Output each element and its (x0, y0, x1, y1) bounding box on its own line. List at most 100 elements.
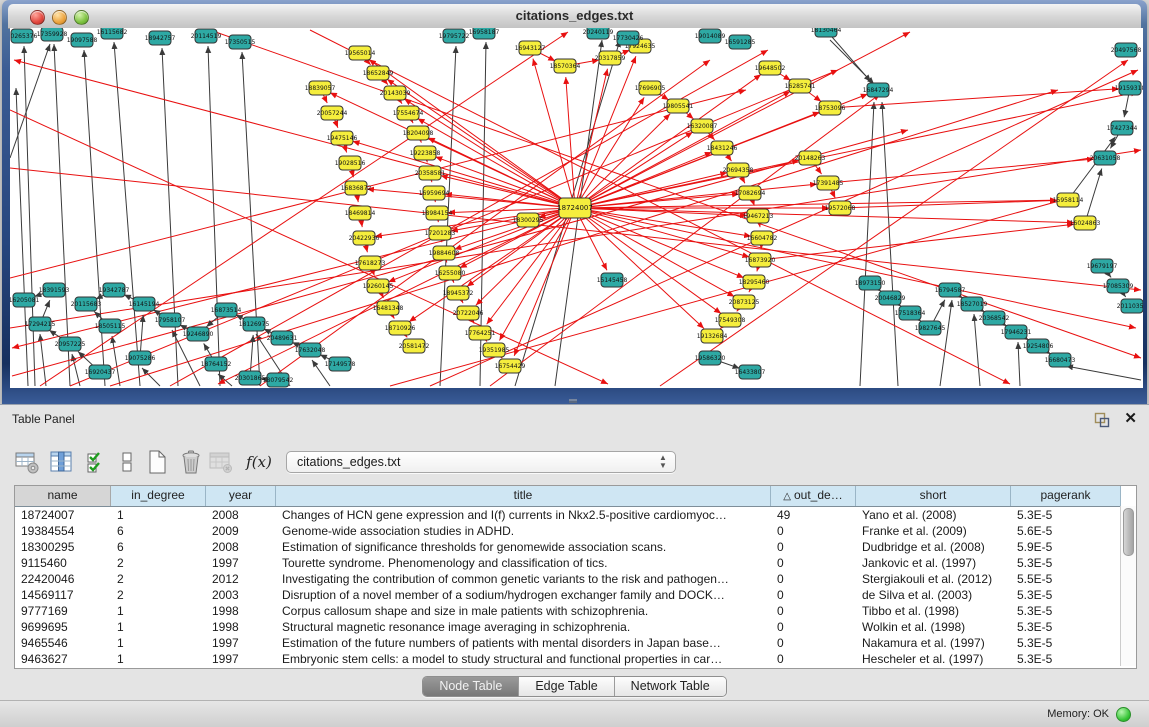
column-header-in_degree[interactable]: in_degree (111, 486, 206, 506)
graph-node-label: 17149578 (325, 361, 356, 368)
graph-node-label: 16958187 (469, 29, 500, 36)
graph-node-label: 17350515 (225, 39, 256, 46)
graph-node-label: 20497568 (1111, 47, 1142, 54)
network-svg[interactable]: 1956501418652849201430391755467418204098… (10, 28, 1143, 388)
graph-node-label: 19827645 (915, 325, 946, 332)
table-row[interactable]: 1456911722003Disruption of a novel membe… (15, 587, 1136, 603)
cell-year: 2012 (206, 571, 276, 587)
cell-year: 2008 (206, 507, 276, 523)
delete-icon[interactable] (178, 449, 204, 475)
cell-short: Dudbridge et al. (2008) (856, 539, 1011, 555)
cell-title: Genome-wide association studies in ADHD. (276, 523, 771, 539)
cell-out_degree: 0 (771, 603, 856, 619)
vertical-scrollbar[interactable] (1120, 506, 1136, 666)
table-row[interactable]: 969969511998Structural magnetic resonanc… (15, 619, 1136, 635)
cell-year: 2009 (206, 523, 276, 539)
column-header-pagerank[interactable]: pagerank (1011, 486, 1121, 506)
graph-node-label: 16794587 (935, 287, 966, 294)
graph-node-label: 19351985 (479, 347, 510, 354)
select-columns-icon[interactable] (48, 449, 74, 475)
graph-node-label: 18469814 (345, 210, 376, 217)
new-table-icon[interactable] (144, 449, 170, 475)
select-all-icon[interactable] (84, 449, 110, 475)
memory-ok-indicator[interactable] (1116, 707, 1131, 722)
cell-short: Nakamura et al. (1997) (856, 635, 1011, 651)
cell-pagerank: 5.5E-5 (1011, 571, 1121, 587)
cell-name: 19384554 (15, 523, 111, 539)
column-header-title[interactable]: title (276, 486, 771, 506)
graph-node-label: 16024863 (1070, 220, 1101, 227)
table-settings-icon[interactable] (14, 449, 40, 475)
cell-short: Tibbo et al. (1998) (856, 603, 1011, 619)
graph-node-label: 19467213 (743, 213, 774, 220)
table-row[interactable]: 977716911998Corpus callosum shape and si… (15, 603, 1136, 619)
graph-node-label: 16320087 (687, 123, 718, 130)
cell-short: de Silva et al. (2003) (856, 587, 1011, 603)
graph-node-label: 16847294 (863, 87, 894, 94)
close-panel-icon[interactable]: ✕ (1124, 409, 1137, 427)
graph-node-label: 18527019 (957, 301, 988, 308)
graph-node-label: 18079542 (263, 377, 294, 384)
cell-pagerank: 5.3E-5 (1011, 603, 1121, 619)
cell-name: 9463627 (15, 651, 111, 667)
column-header-year[interactable]: year (206, 486, 276, 506)
table-type-tabs: Node TableEdge TableNetwork Table (0, 676, 1149, 696)
graph-node-label: 20489631 (267, 335, 298, 342)
cell-title: Embryonic stem cells: a model to study s… (276, 651, 771, 667)
cell-out_degree: 0 (771, 587, 856, 603)
cell-pagerank: 5.3E-5 (1011, 587, 1121, 603)
graph-node-label: 17201283 (425, 230, 456, 237)
scrollbar-thumb[interactable] (1123, 508, 1134, 556)
graph-node-label: 18295460 (739, 279, 770, 286)
graph-node-label: 20148263 (795, 155, 826, 162)
graph-node-label: 18753096 (815, 105, 846, 112)
graph-node-label: 18300295 (513, 217, 544, 224)
table-row[interactable]: 946554611997Estimation of the future num… (15, 635, 1136, 651)
table-row[interactable]: 1938455462009Genome-wide association stu… (15, 523, 1136, 539)
graph-node-label: 19223858 (410, 150, 441, 157)
graph-node-label: 19565014 (345, 50, 376, 57)
cell-pagerank: 5.9E-5 (1011, 539, 1121, 555)
graph-node-label: 20694358 (723, 167, 754, 174)
float-panel-icon[interactable] (1093, 411, 1111, 429)
tab-network-table[interactable]: Network Table (615, 677, 726, 696)
table-row[interactable]: 2242004622012Investigating the contribut… (15, 571, 1136, 587)
graph-node-label: 19884608 (429, 250, 460, 257)
graph-node-label: 20581472 (399, 343, 430, 350)
cell-year: 1997 (206, 555, 276, 571)
graph-node-label: 16943127 (515, 45, 546, 52)
cell-year: 2003 (206, 587, 276, 603)
unselect-all-icon[interactable] (114, 449, 140, 475)
network-canvas[interactable]: 1956501418652849201430391755467418204098… (10, 28, 1143, 388)
cell-short: Hescheler et al. (1997) (856, 651, 1011, 667)
graph-node-label: 19648502 (755, 65, 786, 72)
function-builder-icon[interactable]: f(x) (246, 449, 272, 475)
panel-title: Table Panel (12, 412, 75, 426)
cell-pagerank: 5.3E-5 (1011, 619, 1121, 635)
column-header-short[interactable]: short (856, 486, 1011, 506)
table-row[interactable]: 911546021997Tourette syndrome. Phenomeno… (15, 555, 1136, 571)
tab-node-table[interactable]: Node Table (423, 677, 519, 696)
cell-name: 9115460 (15, 555, 111, 571)
cell-title: Structural magnetic resonance image aver… (276, 619, 771, 635)
graph-node-label: 17632048 (295, 347, 326, 354)
table-row[interactable]: 946362711997Embryonic stem cells: a mode… (15, 651, 1136, 667)
graph-node-label: 20114519 (191, 33, 222, 40)
window-titlebar[interactable]: citations_edges.txt (8, 4, 1141, 29)
graph-node-label: 17764251 (465, 330, 496, 337)
graph-node-label: 16591285 (725, 39, 756, 46)
table-row[interactable]: 1830029562008Estimation of significance … (15, 539, 1136, 555)
graph-node-label: 18431246 (707, 145, 738, 152)
column-header-name[interactable]: name (15, 486, 111, 506)
table-selector-dropdown[interactable]: citations_edges.txt ▲▼ (286, 451, 676, 473)
segmented-control: Node TableEdge TableNetwork Table (422, 676, 726, 697)
cell-out_degree: 0 (771, 539, 856, 555)
column-header-out_degree[interactable]: △out_de… (771, 486, 856, 506)
cell-in_degree: 1 (111, 635, 206, 651)
table-body: 1872400712008Changes of HCN gene express… (15, 507, 1136, 667)
table-row[interactable]: 1872400712008Changes of HCN gene express… (15, 507, 1136, 523)
delete-table-icon (208, 449, 234, 475)
memory-status-label: Memory: OK (1047, 707, 1109, 721)
tab-edge-table[interactable]: Edge Table (519, 677, 614, 696)
cell-in_degree: 2 (111, 571, 206, 587)
